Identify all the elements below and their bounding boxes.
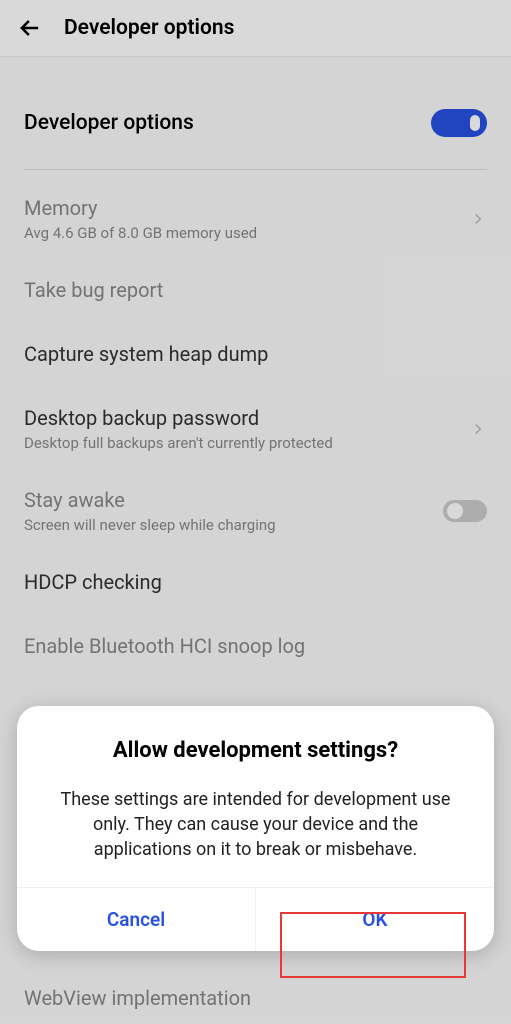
cancel-button[interactable]: Cancel xyxy=(17,888,255,951)
dialog-title: Allow development settings? xyxy=(37,738,474,763)
ok-button[interactable]: OK xyxy=(256,888,494,951)
confirmation-dialog: Allow development settings? These settin… xyxy=(17,706,494,951)
dialog-button-row: Cancel OK xyxy=(17,887,494,951)
dialog-body: These settings are intended for developm… xyxy=(37,787,474,863)
